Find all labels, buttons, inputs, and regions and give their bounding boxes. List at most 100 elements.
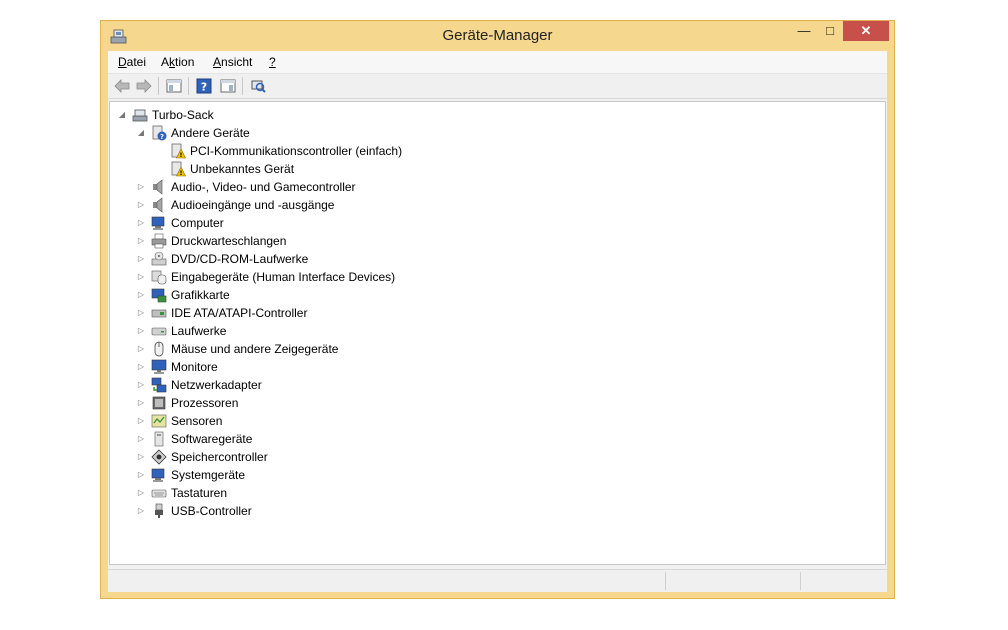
tree-item-category[interactable]: ▷ USB-Controller	[135, 502, 252, 520]
tree-item-category[interactable]: ▷ Softwaregeräte	[135, 430, 252, 448]
computer-root-icon	[132, 107, 148, 123]
tree-item-category[interactable]: ▷ Netzwerkadapter	[135, 376, 262, 394]
tree-item-label: Monitore	[171, 360, 218, 374]
device-manager-window: Geräte-Manager — □ ✕ Datei Aktion Ansich…	[100, 20, 895, 599]
expand-icon[interactable]: ▷	[135, 232, 147, 250]
tree-item-label: Grafikkarte	[171, 288, 230, 302]
show-hide-console-tree-button[interactable]	[164, 77, 184, 95]
tree-item-label: Unbekanntes Gerät	[190, 162, 295, 176]
tree-item-category[interactable]: ▷ Monitore	[135, 358, 218, 376]
expand-icon[interactable]: ▷	[135, 376, 147, 394]
help-button[interactable]: ?	[194, 77, 214, 95]
expand-icon[interactable]: ▷	[135, 412, 147, 430]
maximize-button[interactable]: □	[817, 21, 843, 41]
usb-icon	[151, 503, 167, 519]
expand-icon[interactable]: ▷	[135, 394, 147, 412]
dvd-drive-icon	[151, 251, 167, 267]
minimize-button[interactable]: —	[791, 21, 817, 41]
collapse-icon[interactable]: ◢	[135, 124, 147, 142]
tree-item-label: Speichercontroller	[171, 450, 268, 464]
expand-icon[interactable]: ▷	[135, 304, 147, 322]
tree-item-label: Softwaregeräte	[171, 432, 253, 446]
expand-icon[interactable]: ▷	[135, 286, 147, 304]
tree-item-label: Andere Geräte	[171, 126, 250, 140]
collapse-icon[interactable]: ◢	[116, 106, 128, 124]
tree-item-category[interactable]: ▷ Sensoren	[135, 412, 222, 430]
forward-button[interactable]	[134, 77, 154, 95]
storage-controller-icon	[151, 449, 167, 465]
tree-item-category[interactable]: ▷ Druckwarteschlangen	[135, 232, 286, 250]
tree-item-category[interactable]: ▷ Computer	[135, 214, 224, 232]
tree-item-category[interactable]: ▷ Audio-, Video- und Gamecontroller	[135, 178, 356, 196]
toolbar-separator	[242, 77, 243, 95]
help-icon: ?	[196, 78, 212, 94]
show-action-pane-button[interactable]	[218, 77, 238, 95]
expand-icon[interactable]: ▷	[135, 484, 147, 502]
tree-root-label: Turbo-Sack	[152, 108, 214, 122]
warning-device-icon: !	[170, 143, 186, 159]
expand-icon[interactable]: ▷	[135, 322, 147, 340]
expand-icon[interactable]: ▷	[135, 196, 147, 214]
tree-item-category[interactable]: ▷ Eingabegeräte (Human Interface Devices)	[135, 268, 395, 286]
speaker-icon	[151, 179, 167, 195]
tree-item-category[interactable]: ▷ Systemgeräte	[135, 466, 245, 484]
expand-icon[interactable]: ▷	[135, 502, 147, 520]
menu-aktion[interactable]: Aktion	[161, 55, 194, 69]
tree-item-label: Audio-, Video- und Gamecontroller	[171, 180, 356, 194]
toolbar-separator	[188, 77, 189, 95]
sensor-icon	[151, 413, 167, 429]
printer-icon	[151, 233, 167, 249]
action-pane-icon	[220, 79, 236, 93]
expand-icon[interactable]: ▷	[135, 448, 147, 466]
tree-item-category[interactable]: ▷ Mäuse und andere Zeigegeräte	[135, 340, 338, 358]
status-segment	[665, 572, 801, 590]
computer-icon	[151, 215, 167, 231]
tree-root[interactable]: ◢ Turbo-Sack	[116, 106, 214, 124]
tree-item-category[interactable]: ▷ Prozessoren	[135, 394, 238, 412]
tree-item-label: Prozessoren	[171, 396, 239, 410]
menu-help[interactable]: ?	[269, 55, 276, 69]
expand-icon[interactable]: ▷	[135, 178, 147, 196]
tree-item-andere-geraete[interactable]: ◢ ? Andere Geräte	[135, 124, 250, 142]
expand-icon[interactable]: ▷	[135, 358, 147, 376]
tree-item-label: Mäuse und andere Zeigegeräte	[171, 342, 339, 356]
svg-text:!: !	[180, 170, 183, 177]
tree-item-category[interactable]: ▷ IDE ATA/ATAPI-Controller	[135, 304, 308, 322]
keyboard-icon	[151, 485, 167, 501]
expand-icon[interactable]: ▷	[135, 214, 147, 232]
menu-datei[interactable]: Datei	[118, 55, 146, 69]
title-bar[interactable]: Geräte-Manager — □ ✕	[101, 21, 894, 51]
expand-icon[interactable]: ▷	[135, 430, 147, 448]
tree-item-category[interactable]: ▷ Audioeingänge und -ausgänge	[135, 196, 334, 214]
ide-controller-icon	[151, 305, 167, 321]
tree-item-unknown-device[interactable]: ! Unbekanntes Gerät	[166, 160, 294, 178]
expand-icon[interactable]: ▷	[135, 250, 147, 268]
status-segment	[800, 572, 888, 590]
tree-item-label: Audioeingänge und -ausgänge	[171, 198, 335, 212]
tree-item-pci-controller[interactable]: ! PCI-Kommunikationscontroller (einfach)	[166, 142, 402, 160]
tree-item-label: IDE ATA/ATAPI-Controller	[171, 306, 308, 320]
tree-item-category[interactable]: ▷ Speichercontroller	[135, 448, 268, 466]
tree-item-label: Tastaturen	[171, 486, 228, 500]
hid-icon	[151, 269, 167, 285]
tree-item-category[interactable]: ▷ Laufwerke	[135, 322, 226, 340]
tree-item-category[interactable]: ▷ DVD/CD-ROM-Laufwerke	[135, 250, 308, 268]
tree-item-label: Systemgeräte	[171, 468, 246, 482]
tree-item-category[interactable]: ▷ Tastaturen	[135, 484, 227, 502]
expand-icon[interactable]: ▷	[135, 466, 147, 484]
close-button[interactable]: ✕	[843, 21, 889, 41]
system-device-icon	[151, 467, 167, 483]
back-button[interactable]	[112, 77, 132, 95]
tree-item-label: PCI-Kommunikationscontroller (einfach)	[190, 144, 403, 158]
tree-item-category[interactable]: ▷ Grafikkarte	[135, 286, 230, 304]
display-adapter-icon	[151, 287, 167, 303]
scan-hardware-button[interactable]	[248, 77, 268, 95]
warning-device-icon: !	[170, 161, 186, 177]
tree-item-label: USB-Controller	[171, 504, 252, 518]
arrow-left-icon	[114, 79, 130, 93]
expand-icon[interactable]: ▷	[135, 340, 147, 358]
expand-icon[interactable]: ▷	[135, 268, 147, 286]
svg-text:?: ?	[201, 81, 207, 94]
menu-ansicht[interactable]: Ansicht	[213, 55, 252, 69]
tree-item-label: Sensoren	[171, 414, 223, 428]
